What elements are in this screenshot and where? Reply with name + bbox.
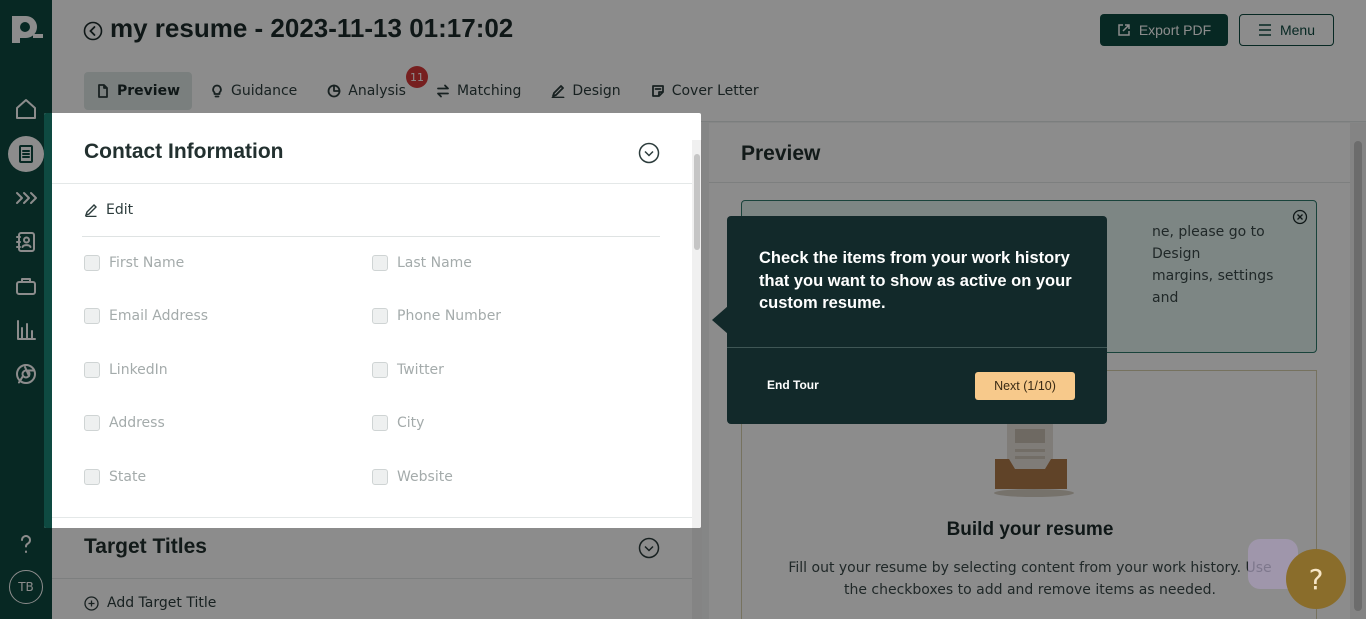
contact-info-title: Contact Information — [84, 140, 284, 163]
linkedin-checkbox[interactable]: LinkedIn — [84, 362, 168, 378]
field-label: Address — [109, 415, 165, 431]
email-address-checkbox[interactable]: Email Address — [84, 308, 208, 324]
address-checkbox[interactable]: Address — [84, 415, 165, 431]
field-label: State — [109, 469, 147, 485]
field-label: Twitter — [397, 362, 444, 378]
contact-info-header[interactable]: Contact Information — [52, 122, 692, 184]
edit-contact-link[interactable]: Edit — [84, 202, 133, 218]
end-tour-button[interactable]: End Tour — [767, 378, 819, 392]
tour-popover: Check the items from your work history t… — [727, 216, 1107, 424]
twitter-checkbox[interactable]: Twitter — [372, 362, 444, 378]
field-label: First Name — [109, 255, 185, 271]
pencil-icon — [84, 204, 97, 217]
website-checkbox[interactable]: Website — [372, 469, 453, 485]
field-label: Phone Number — [397, 308, 502, 324]
state-checkbox[interactable]: State — [84, 469, 146, 485]
tour-text: Check the items from your work history t… — [759, 249, 1072, 312]
city-checkbox[interactable]: City — [372, 415, 424, 431]
field-label: City — [397, 415, 425, 431]
phone-number-checkbox[interactable]: Phone Number — [372, 308, 501, 324]
tour-spotlight: Contact Information Edit First Name Last… — [44, 113, 701, 528]
field-label: Last Name — [397, 255, 472, 271]
first-name-checkbox[interactable]: First Name — [84, 255, 184, 271]
left-scrollbar[interactable] — [692, 140, 701, 528]
field-label: LinkedIn — [109, 362, 168, 378]
field-label: Email Address — [109, 308, 209, 324]
tour-arrow — [712, 306, 728, 334]
next-step-button[interactable]: Next (1/10) — [975, 372, 1075, 400]
field-label: Website — [397, 469, 453, 485]
help-button[interactable]: ? — [1286, 549, 1346, 609]
last-name-checkbox[interactable]: Last Name — [372, 255, 472, 271]
edit-label: Edit — [106, 202, 134, 218]
chevron-down-icon[interactable] — [638, 142, 660, 164]
